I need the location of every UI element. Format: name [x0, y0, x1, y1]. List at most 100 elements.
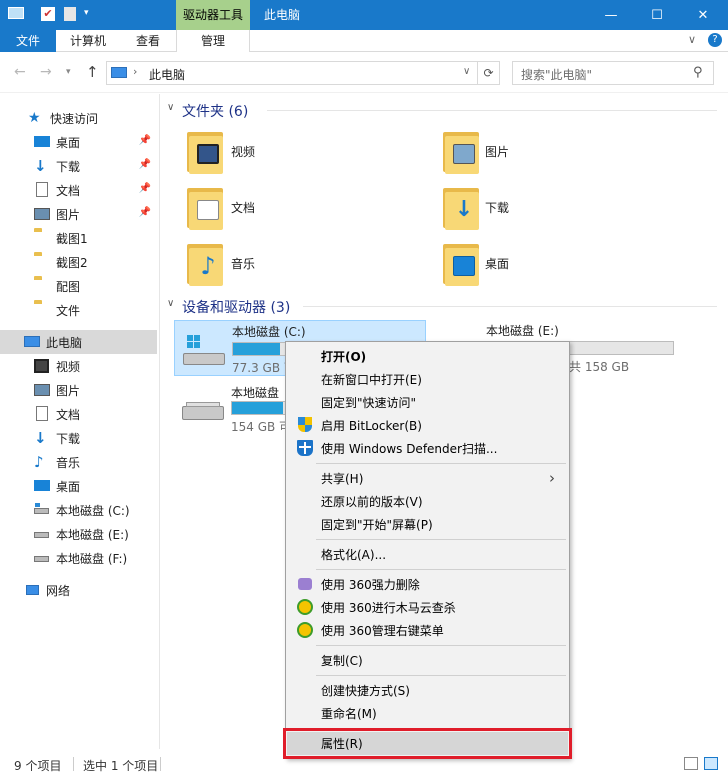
nav-quick-item[interactable]: 文档 📌 [0, 178, 159, 202]
menu-item-format[interactable]: 格式化(A)... [287, 543, 568, 566]
nav-quick-item[interactable]: ↓ 下载 📌 [0, 154, 159, 178]
devices-group-chevron-icon[interactable]: ∨ [167, 298, 174, 309]
menu-label: 使用 360强力删除 [321, 578, 420, 592]
menu-item-pin-start[interactable]: 固定到"开始"屏幕(P) [287, 513, 568, 536]
help-icon[interactable]: ? [708, 33, 722, 47]
nav-pc-item[interactable]: 本地磁盘 (F:) [0, 546, 159, 570]
tab-computer[interactable]: 计算机 [60, 30, 116, 52]
pin-icon[interactable]: 📌 [139, 183, 151, 194]
back-arrow-icon[interactable]: ← [14, 64, 26, 80]
minimize-button[interactable]: — [588, 0, 634, 30]
checkmark-icon[interactable]: ✔ [41, 7, 55, 21]
nav-quick-item[interactable]: 桌面 📌 [0, 130, 159, 154]
nav-label: 截图1 [56, 231, 88, 246]
menu-item-copy[interactable]: 复制(C) [287, 649, 568, 672]
navigation-pane: ★ 快速访问 桌面 📌 ↓ 下载 📌 文档 📌 图片 📌 截图1 截图2 配图 … [0, 94, 160, 749]
folder-item[interactable]: 图片 [437, 128, 667, 178]
nav-pc-item[interactable]: ↓ 下载 [0, 426, 159, 450]
nav-quick-item[interactable]: 文件 [0, 298, 159, 322]
menu-item-create-shortcut[interactable]: 创建快捷方式(S) [287, 679, 568, 702]
menu-item-defender-scan[interactable]: 使用 Windows Defender扫描... [287, 437, 568, 460]
folder-item[interactable]: ♪ 音乐 [181, 240, 411, 290]
menu-item-bitlocker[interactable]: 启用 BitLocker(B) [287, 414, 568, 437]
menu-separator [316, 728, 566, 729]
ribbon-collapse-icon[interactable]: ∨ [688, 33, 696, 46]
breadcrumb[interactable]: 此电脑 [149, 66, 185, 83]
nav-label: 桌面 [56, 479, 81, 494]
up-arrow-icon[interactable]: ↑ [86, 63, 99, 81]
menu-item-360-menu-manager[interactable]: 使用 360管理右键菜单 [287, 619, 568, 642]
menu-item-open-new-window[interactable]: 在新窗口中打开(E) [287, 368, 568, 391]
drive-name: 本地磁盘 (E:) [486, 324, 559, 338]
360-logo-icon [297, 622, 313, 638]
folder-label: 音乐 [231, 257, 256, 271]
nav-pc-item[interactable]: 图片 [0, 378, 159, 402]
nav-quick-item[interactable]: 图片 📌 [0, 202, 159, 226]
large-icons-view-icon[interactable] [704, 757, 718, 770]
nav-pc-item[interactable]: 本地磁盘 (E:) [0, 522, 159, 546]
folders-group-chevron-icon[interactable]: ∨ [167, 102, 174, 113]
folders-header-line [267, 110, 717, 111]
download-icon: ↓ [34, 157, 47, 175]
qat-dropdown-icon[interactable]: ▾ [84, 8, 89, 18]
folder-item[interactable]: 视频 [181, 128, 411, 178]
nav-pc-item[interactable]: 文档 [0, 402, 159, 426]
pin-icon[interactable]: 📌 [139, 207, 151, 218]
nav-pc-item[interactable]: 桌面 [0, 474, 159, 498]
refresh-button[interactable]: ⟳ [478, 61, 500, 85]
folder-item[interactable]: 桌面 [437, 240, 667, 290]
drive-icon [34, 550, 50, 566]
address-dropdown-icon[interactable]: ∨ [463, 66, 470, 77]
search-input[interactable]: 搜索"此电脑" ⚲ [512, 61, 714, 85]
maximize-button[interactable]: ☐ [634, 0, 680, 30]
picture-icon [34, 206, 50, 222]
nav-pc-item[interactable]: ♪ 音乐 [0, 450, 159, 474]
nav-network[interactable]: 网络 [0, 578, 159, 602]
search-placeholder: 搜索"此电脑" [521, 68, 593, 82]
folder-item[interactable]: 文档 [181, 184, 411, 234]
details-view-icon[interactable] [684, 757, 698, 770]
menu-item-open[interactable]: 打开(O) [287, 345, 568, 368]
nav-pc-item[interactable]: 本地磁盘 (C:) [0, 498, 159, 522]
tab-manage[interactable]: 管理 [176, 30, 250, 52]
tab-file[interactable]: 文件 [0, 30, 56, 52]
menu-item-properties[interactable]: 属性(R) [283, 728, 572, 759]
menu-item-360-delete[interactable]: 使用 360强力删除 [287, 573, 568, 596]
address-area: ← → ▾ ↑ › 此电脑 ∨ ⟳ 搜索"此电脑" ⚲ [0, 53, 728, 93]
menu-label: 使用 Windows Defender扫描... [321, 442, 498, 456]
devices-header[interactable]: 设备和驱动器 (3) [182, 297, 290, 317]
folder-item[interactable]: ↓ 下载 [437, 184, 667, 234]
pin-icon[interactable]: 📌 [139, 159, 151, 170]
forward-arrow-icon[interactable]: → [40, 64, 52, 80]
pc-icon[interactable] [8, 7, 24, 19]
ribbon-tabs: 文件 计算机 查看 管理 ∨ ? [0, 30, 728, 52]
folder-icon [34, 278, 50, 294]
document-icon [34, 406, 50, 422]
menu-item-rename[interactable]: 重命名(M) [287, 702, 568, 725]
nav-quick-item[interactable]: 截图1 [0, 226, 159, 250]
menu-item-360-scan[interactable]: 使用 360进行木马云查杀 [287, 596, 568, 619]
drive-icon [34, 526, 50, 542]
nav-quick-item[interactable]: 配图 [0, 274, 159, 298]
address-box[interactable]: › 此电脑 ∨ [106, 61, 478, 85]
page-icon[interactable] [64, 7, 76, 21]
recent-dropdown-icon[interactable]: ▾ [66, 67, 71, 77]
nav-quick-access[interactable]: ★ 快速访问 [0, 106, 159, 130]
breadcrumb-chevron-icon[interactable]: › [133, 65, 137, 78]
nav-label: 此电脑 [46, 335, 83, 350]
folders-header[interactable]: 文件夹 (6) [182, 101, 248, 121]
network-icon [24, 582, 40, 598]
devices-header-line [303, 306, 717, 307]
menu-item-pin-quick-access[interactable]: 固定到"快速访问" [287, 391, 568, 414]
drive-icon [182, 400, 224, 422]
nav-quick-item[interactable]: 截图2 [0, 250, 159, 274]
pin-icon[interactable]: 📌 [139, 135, 151, 146]
nav-pc-item[interactable]: 视频 [0, 354, 159, 378]
close-button[interactable]: ✕ [680, 0, 726, 30]
tab-view[interactable]: 查看 [120, 30, 176, 52]
nav-this-pc[interactable]: 此电脑 [0, 330, 157, 354]
search-icon[interactable]: ⚲ [693, 65, 703, 80]
menu-item-restore-versions[interactable]: 还原以前的版本(V) [287, 490, 568, 513]
menu-item-share[interactable]: 共享(H) › [287, 467, 568, 490]
drive-name: 本地磁盘 [231, 386, 280, 400]
